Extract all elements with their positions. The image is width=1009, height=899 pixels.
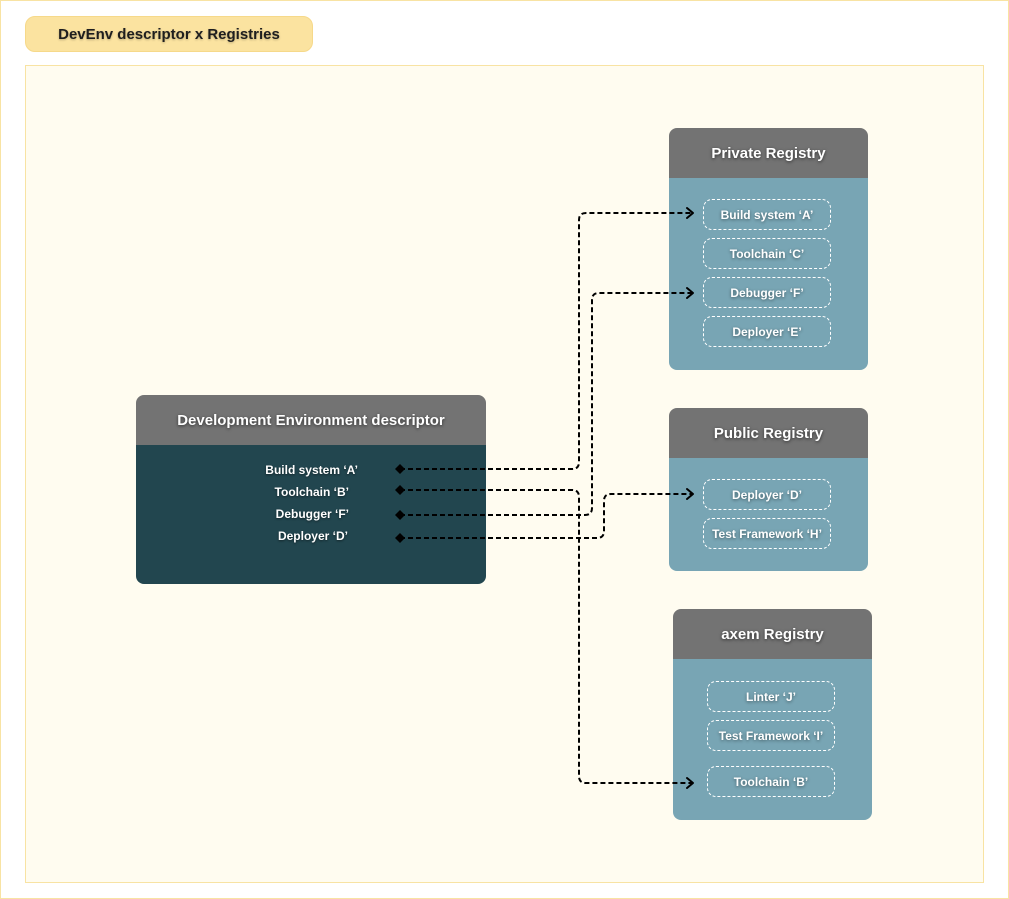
public-registry-item-deployer[interactable]: Deployer ‘D’ — [703, 479, 831, 510]
diagram-title: DevEnv descriptor x Registries — [25, 16, 313, 52]
axem-registry-item-linter[interactable]: Linter ‘J’ — [707, 681, 835, 712]
devenv-descriptor-box[interactable]: Development Environment descriptor Build… — [136, 395, 486, 584]
private-registry-item-toolchain[interactable]: Toolchain ‘C’ — [703, 238, 831, 269]
axem-registry-header: axem Registry — [673, 609, 872, 659]
axem-registry-item-test-framework[interactable]: Test Framework ‘I’ — [707, 720, 835, 751]
axem-registry-box[interactable]: axem Registry Linter ‘J’ Test Framework … — [673, 609, 872, 820]
descriptor-item-debugger[interactable]: Debugger ‘F’ — [276, 507, 349, 521]
private-registry-body: Build system ‘A’ Toolchain ‘C’ Debugger … — [669, 178, 868, 370]
public-registry-header: Public Registry — [669, 408, 868, 458]
private-registry-header: Private Registry — [669, 128, 868, 178]
private-registry-box[interactable]: Private Registry Build system ‘A’ Toolch… — [669, 128, 868, 370]
private-registry-item-deployer[interactable]: Deployer ‘E’ — [703, 316, 831, 347]
axem-registry-item-toolchain[interactable]: Toolchain ‘B’ — [707, 766, 835, 797]
descriptor-body: Build system ‘A’ Toolchain ‘B’ Debugger … — [136, 445, 486, 584]
descriptor-item-toolchain[interactable]: Toolchain ‘B’ — [275, 485, 349, 499]
private-registry-item-build-system[interactable]: Build system ‘A’ — [703, 199, 831, 230]
descriptor-item-deployer[interactable]: Deployer ‘D’ — [278, 529, 348, 543]
public-registry-box[interactable]: Public Registry Deployer ‘D’ Test Framew… — [669, 408, 868, 571]
descriptor-item-build-system[interactable]: Build system ‘A’ — [265, 463, 358, 477]
public-registry-body: Deployer ‘D’ Test Framework ‘H’ — [669, 458, 868, 571]
axem-registry-body: Linter ‘J’ Test Framework ‘I’ Toolchain … — [673, 659, 872, 820]
private-registry-item-debugger[interactable]: Debugger ‘F’ — [703, 277, 831, 308]
public-registry-item-test-framework[interactable]: Test Framework ‘H’ — [703, 518, 831, 549]
descriptor-header: Development Environment descriptor — [136, 395, 486, 445]
